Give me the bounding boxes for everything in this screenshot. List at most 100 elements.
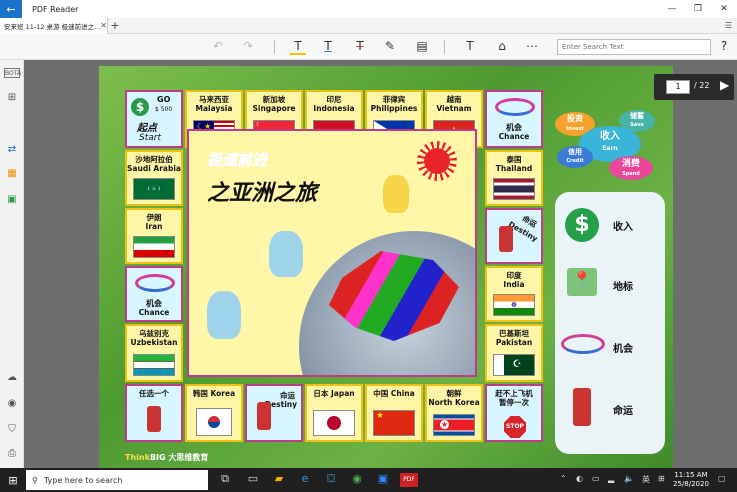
- undo-icon[interactable]: ↶: [210, 39, 226, 53]
- print-icon[interactable]: ⎙: [4, 448, 20, 459]
- search-icon: ⚲: [32, 475, 38, 485]
- page-navigator: 1 / 22 ▶: [654, 74, 734, 100]
- chance-swirl-icon: [561, 334, 605, 354]
- folder-icon[interactable]: ▰: [270, 472, 288, 485]
- document-tab[interactable]: 安来班 11-12 桌游 极速前进之... ✕: [0, 17, 108, 34]
- note-icon[interactable]: ▤: [414, 39, 430, 53]
- cell-korea: 韩国 Korea: [185, 384, 243, 442]
- cell-label: Malaysia: [195, 104, 233, 113]
- cloud-label: 消费: [621, 159, 640, 169]
- cell-label: Indonesia: [313, 104, 355, 113]
- organize-icon[interactable]: ▦: [4, 168, 20, 179]
- dollar-icon: $: [565, 208, 599, 242]
- view-icon[interactable]: ◉: [4, 398, 20, 409]
- tray-app-icon[interactable]: ◐: [576, 474, 583, 483]
- underline-text-icon[interactable]: T: [320, 39, 336, 53]
- zoom-icon[interactable]: ▣: [374, 472, 392, 485]
- cell-label: 日本 Japan: [313, 389, 355, 398]
- next-page-icon[interactable]: ▶: [720, 78, 729, 92]
- cloud-spend: 消费 Spend: [609, 156, 653, 180]
- tab-list-icon[interactable]: ☰: [725, 21, 732, 30]
- cell-label: Vietnam: [436, 104, 472, 113]
- back-button[interactable]: ←: [0, 0, 22, 18]
- stop-sign-icon: STOP: [504, 416, 526, 438]
- redo-icon[interactable]: ↷: [240, 39, 256, 53]
- windows-start-icon[interactable]: ⊞: [0, 468, 26, 492]
- cell-label: Philippines: [370, 104, 418, 113]
- help-icon[interactable]: ?: [716, 39, 732, 53]
- more-icon[interactable]: ⋯: [524, 39, 540, 53]
- chrome-icon[interactable]: ◉: [348, 472, 366, 485]
- cloud-label: Spend: [622, 171, 640, 177]
- map-pin-icon: 📍: [567, 268, 597, 296]
- tray-chevron-icon[interactable]: ⌃: [560, 474, 567, 483]
- battery-icon[interactable]: ▭: [592, 474, 600, 483]
- tab-close-icon[interactable]: ✕: [100, 21, 107, 30]
- taskbar-clock[interactable]: 11:15 AM 25/8/2020: [673, 471, 709, 489]
- clock-time: 11:15 AM: [674, 471, 708, 479]
- file-explorer-icon[interactable]: ▭: [244, 472, 262, 485]
- text-tool-icon[interactable]: T: [462, 39, 478, 53]
- legend-panel: $ 收入 📍 地标 机会 命运: [555, 192, 665, 454]
- brand-think: Think: [125, 453, 150, 462]
- suitcase-icon: [257, 402, 271, 430]
- clock-date: 25/8/2020: [673, 480, 709, 488]
- minimize-button[interactable]: —: [659, 4, 685, 14]
- page-number-input[interactable]: 1: [666, 80, 690, 94]
- cell-label: 新加坡: [262, 95, 286, 104]
- taskbar-search-label: Type here to search: [43, 475, 123, 485]
- task-view-icon[interactable]: ⧉: [216, 472, 234, 486]
- brand-label: ThinkBIG 大思维教育: [125, 452, 208, 463]
- ime-icon[interactable]: ⊞: [658, 474, 665, 483]
- cloud-label: 信用: [568, 148, 582, 156]
- bota-button[interactable]: BOTA: [4, 68, 21, 78]
- strikethrough-text-icon[interactable]: T: [352, 39, 368, 53]
- merge-icon[interactable]: ▣: [4, 194, 20, 205]
- cloud-icon[interactable]: ☁: [4, 372, 20, 383]
- notifications-icon[interactable]: ▢: [718, 474, 726, 483]
- highlight-text-icon[interactable]: T: [290, 39, 306, 55]
- input-language[interactable]: 英: [642, 474, 650, 485]
- cell-label: 赶不上飞机: [495, 389, 533, 398]
- go-label: GO: [157, 95, 171, 104]
- cell-north-korea: 朝鲜 North Korea ★: [425, 384, 483, 442]
- saudi-flag: ﴾ ⚔ ﴿: [133, 178, 175, 200]
- cell-label: 泰国: [506, 155, 522, 164]
- cell-label: 印尼: [326, 95, 342, 104]
- cell-start: $ GO $ 500 起点 Start: [125, 90, 183, 148]
- cell-label: 伊朗: [146, 213, 162, 222]
- document-tab-label: 安来班 11-12 桌游 极速前进之...: [4, 22, 101, 31]
- taskbar: ⊞ ⚲ Type here to search ⧉ ▭ ▰ e ⛋ ◉ ▣ PDF…: [0, 468, 737, 492]
- cell-any-one: 任选一个: [125, 384, 183, 442]
- cloud-credit: 信用 Credit: [557, 146, 593, 168]
- board-title-1: 极速前进: [207, 151, 268, 170]
- convert-icon[interactable]: ⇄: [4, 144, 20, 155]
- cloud-label: 储蓄: [630, 112, 644, 120]
- cell-thailand: 泰国 Thailand: [485, 150, 543, 206]
- new-tab-button[interactable]: +: [108, 19, 122, 32]
- edge-icon[interactable]: e: [296, 472, 314, 485]
- store-icon[interactable]: ⛋: [322, 472, 340, 486]
- pdf-reader-icon[interactable]: PDF: [400, 473, 418, 487]
- sun-icon: [417, 141, 457, 181]
- maximize-button[interactable]: ❐: [685, 4, 711, 14]
- pen-icon[interactable]: ✎: [382, 39, 398, 53]
- cell-label: Singapore: [252, 104, 296, 113]
- cell-china: 中国 China ★: [365, 384, 423, 442]
- close-window-button[interactable]: ✕: [711, 4, 737, 14]
- volume-icon[interactable]: 🔈: [624, 474, 634, 483]
- taskbar-search[interactable]: ⚲ Type here to search: [26, 470, 208, 490]
- search-input[interactable]: [557, 39, 711, 55]
- globe-image: [299, 231, 475, 375]
- suitcase-icon: [147, 406, 161, 432]
- thumbnails-icon[interactable]: ⊞: [4, 92, 20, 103]
- bookmark-icon[interactable]: ⛉: [4, 424, 20, 435]
- network-icon[interactable]: ▂: [608, 474, 614, 483]
- stamp-icon[interactable]: ⌂: [494, 39, 510, 53]
- cell-label: 中国 China: [373, 389, 415, 398]
- document-viewer[interactable]: $ GO $ 500 起点 Start 马来西亚 Malaysia ☾★ 新加坡…: [24, 60, 737, 468]
- china-flag: ★: [373, 410, 415, 436]
- cloud-label: 投资: [567, 114, 583, 123]
- cell-destiny-bottom: 命运 Destiny: [245, 384, 303, 442]
- mascot-blue-image: [269, 231, 303, 277]
